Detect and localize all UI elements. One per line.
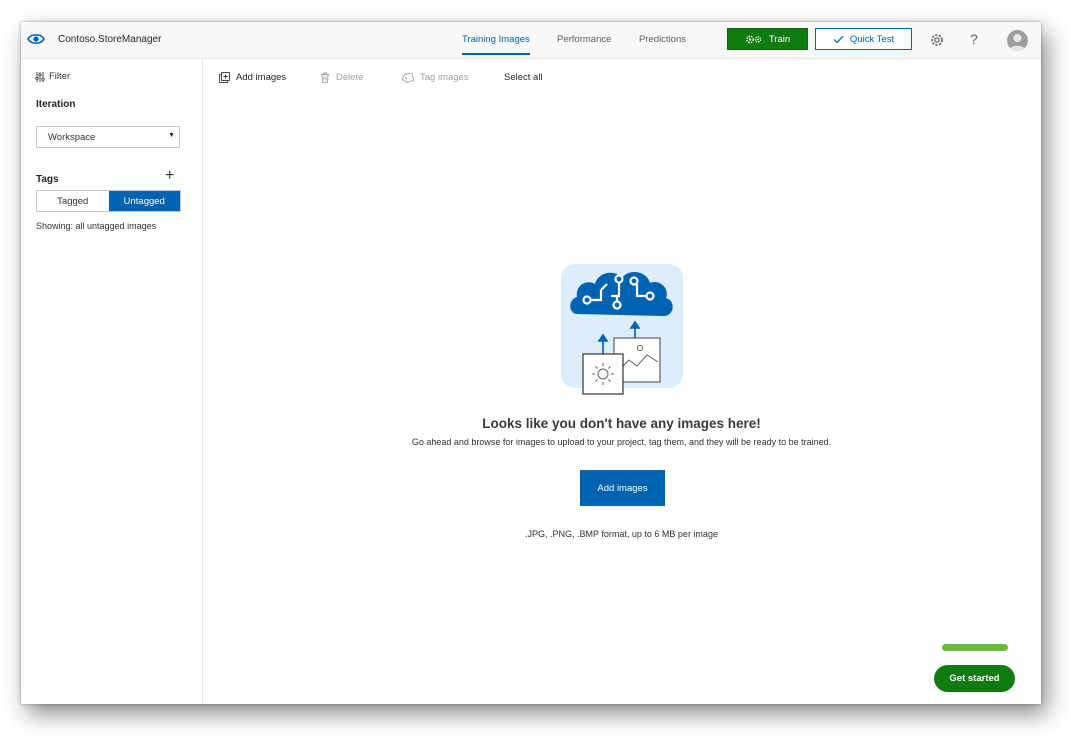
app-title[interactable]: Contoso.StoreManager <box>58 34 161 45</box>
sliders-icon <box>35 71 45 82</box>
get-started-progress-bar <box>942 644 1008 651</box>
gear-icon[interactable] <box>929 32 945 48</box>
tagged-toggle[interactable]: Tagged <box>37 191 109 211</box>
select-all-label: Select all <box>504 72 543 83</box>
train-button[interactable]: Train <box>727 28 808 50</box>
train-label: Train <box>768 33 791 45</box>
gears-icon <box>745 35 762 43</box>
app-window: Contoso.StoreManager Training Images Per… <box>21 22 1041 704</box>
supported-formats-note: .JPG, .PNG, .BMP format, up to 6 MB per … <box>525 529 718 539</box>
brain-circuit-upload-illustration <box>561 264 683 395</box>
checkmark-icon <box>833 35 844 43</box>
iteration-heading: Iteration <box>36 99 76 110</box>
eye-icon[interactable] <box>27 32 45 46</box>
sidebar: Filter Iteration Workspace ▼ Tags + Tagg… <box>21 59 203 704</box>
tab-predictions[interactable]: Predictions <box>639 34 686 45</box>
select-all-button[interactable]: Select all <box>504 72 543 83</box>
untagged-toggle[interactable]: Untagged <box>108 191 180 211</box>
person-icon <box>1009 34 1026 51</box>
tags-heading: Tags <box>36 174 59 185</box>
question-icon[interactable]: ? <box>970 31 978 47</box>
delete-toolbar-button[interactable]: Delete <box>320 72 363 83</box>
tab-label: Performance <box>557 34 612 45</box>
tag-icon <box>401 72 414 83</box>
tag-images-toolbar-button[interactable]: Tag images <box>401 72 469 83</box>
empty-state-description: Go ahead and browse for images to upload… <box>411 437 832 447</box>
empty-state-title: Looks like you don't have any images her… <box>482 416 761 431</box>
delete-label: Delete <box>336 72 364 83</box>
filter-label: Filter <box>49 71 71 82</box>
tag-images-label: Tag images <box>420 72 469 83</box>
trash-icon <box>321 72 329 83</box>
tab-performance[interactable]: Performance <box>557 34 611 45</box>
user-avatar[interactable] <box>1007 30 1028 51</box>
add-images-button[interactable]: Add images <box>580 470 665 506</box>
quick-test-label: Quick Test <box>849 33 895 45</box>
top-header: Contoso.StoreManager Training Images Per… <box>21 22 1041 59</box>
quick-test-button[interactable]: Quick Test <box>815 28 912 50</box>
active-tab-indicator <box>462 53 530 55</box>
tag-filter-toggle: Tagged Untagged <box>36 190 181 212</box>
get-started-button[interactable]: Get started <box>934 665 1015 692</box>
plus-icon[interactable]: + <box>165 168 174 184</box>
tab-label: Training Images <box>462 34 530 45</box>
tab-training-images[interactable]: Training Images <box>462 34 530 55</box>
progress-fill <box>942 644 1008 651</box>
add-image-icon <box>219 72 230 83</box>
iteration-value: Workspace <box>48 132 96 143</box>
filter-button[interactable]: Filter <box>35 71 70 82</box>
add-images-toolbar-button[interactable]: Add images <box>219 72 286 83</box>
showing-status: Showing: all untagged images <box>36 221 157 231</box>
tab-label: Predictions <box>639 34 686 45</box>
add-images-label: Add images <box>236 72 287 83</box>
caret-down-icon: ▼ <box>168 132 175 139</box>
iteration-dropdown[interactable]: Workspace ▼ <box>36 126 180 148</box>
